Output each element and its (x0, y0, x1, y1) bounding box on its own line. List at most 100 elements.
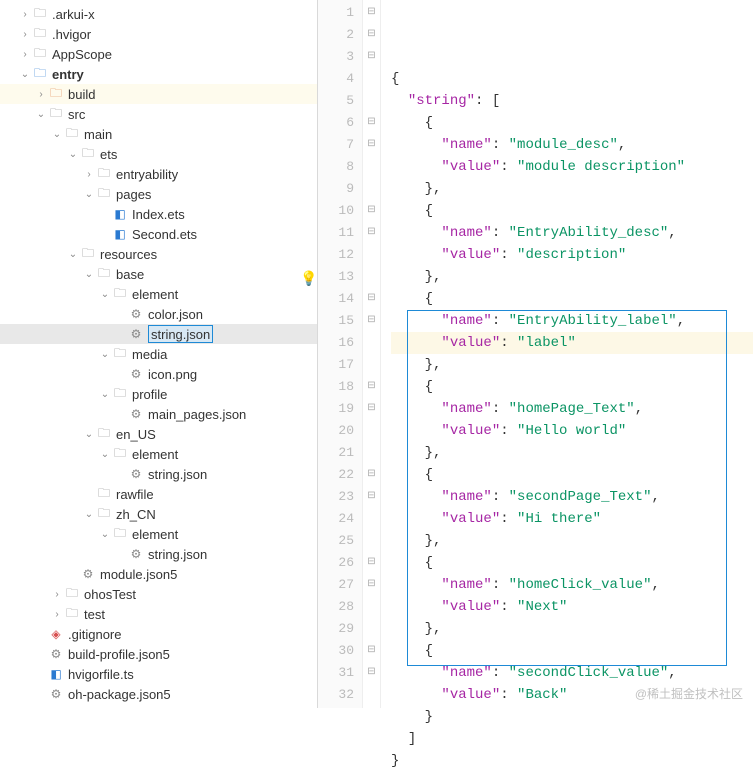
tree-item-ets[interactable]: ⌄🗀ets (0, 144, 317, 164)
tree-item-build-profile-json5[interactable]: ›⚙build-profile.json5 (0, 644, 317, 664)
chevron-right-icon[interactable]: › (50, 609, 64, 620)
tree-item-en_US[interactable]: ⌄🗀en_US (0, 424, 317, 444)
tree-item-color-json[interactable]: ›⚙color.json (0, 304, 317, 324)
chevron-down-icon[interactable]: ⌄ (98, 529, 112, 540)
chevron-down-icon[interactable]: ⌄ (82, 429, 96, 440)
tree-item-test[interactable]: ›🗀test (0, 604, 317, 624)
code-line[interactable]: "value": "label" (391, 332, 753, 354)
fold-marker[interactable]: ⊟ (363, 2, 380, 24)
tree-item-ohosTest[interactable]: ›🗀ohosTest (0, 584, 317, 604)
tree-item-element[interactable]: ⌄🗀element (0, 444, 317, 464)
lightbulb-icon[interactable]: 💡 (300, 269, 317, 291)
tree-item-media[interactable]: ⌄🗀media (0, 344, 317, 364)
code-line[interactable]: "value": "Hello world" (391, 420, 753, 442)
tree-item-src[interactable]: ⌄🗀src (0, 104, 317, 124)
code-line[interactable]: }, (391, 178, 753, 200)
chevron-down-icon[interactable]: ⌄ (82, 509, 96, 520)
fold-marker[interactable]: ⊟ (363, 552, 380, 574)
chevron-down-icon[interactable]: ⌄ (18, 69, 32, 80)
code-line[interactable]: }, (391, 266, 753, 288)
code-line[interactable]: { (391, 376, 753, 398)
code-line[interactable]: "string": [ (391, 90, 753, 112)
tree-item-main_pages-json[interactable]: ›⚙main_pages.json (0, 404, 317, 424)
fold-marker[interactable]: ⊟ (363, 200, 380, 222)
tree-item--arkui-x[interactable]: ›🗀.arkui-x (0, 4, 317, 24)
tree-item-icon-png[interactable]: ›⚙icon.png (0, 364, 317, 384)
tree-item-string-json[interactable]: ›⚙string.json (0, 544, 317, 564)
code-line[interactable]: "name": "homePage_Text", (391, 398, 753, 420)
fold-marker[interactable]: ⊟ (363, 134, 380, 156)
code-line[interactable]: } (391, 706, 753, 728)
tree-item-base[interactable]: ⌄🗀base (0, 264, 317, 284)
code-line[interactable]: "name": "homeClick_value", (391, 574, 753, 596)
chevron-down-icon[interactable]: ⌄ (98, 349, 112, 360)
chevron-down-icon[interactable]: ⌄ (82, 189, 96, 200)
project-tree[interactable]: ›🗀.arkui-x›🗀.hvigor›🗀AppScope⌄🗀entry›🗀bu… (0, 0, 318, 708)
tree-item-pages[interactable]: ⌄🗀pages (0, 184, 317, 204)
fold-marker[interactable]: ⊟ (363, 310, 380, 332)
fold-column[interactable]: ⊟⊟⊟⊟⊟⊟⊟⊟⊟⊟⊟⊟⊟⊟⊟⊟⊟ (363, 0, 381, 708)
fold-marker[interactable]: ⊟ (363, 288, 380, 310)
code-line[interactable]: "value": "Next" (391, 596, 753, 618)
tree-item-Index-ets[interactable]: ›◧Index.ets (0, 204, 317, 224)
chevron-right-icon[interactable]: › (50, 589, 64, 600)
chevron-down-icon[interactable]: ⌄ (50, 129, 64, 140)
tree-item-oh-package-json5[interactable]: ›⚙oh-package.json5 (0, 684, 317, 704)
fold-marker[interactable]: ⊟ (363, 662, 380, 684)
code-line[interactable]: { (391, 112, 753, 134)
code-editor[interactable]: 12345678910111213💡1415161718192021222324… (318, 0, 753, 708)
tree-item-rawfile[interactable]: ›🗀rawfile (0, 484, 317, 504)
fold-marker[interactable]: ⊟ (363, 24, 380, 46)
code-line[interactable]: { (391, 552, 753, 574)
code-line[interactable]: }, (391, 442, 753, 464)
chevron-down-icon[interactable]: ⌄ (98, 449, 112, 460)
fold-marker[interactable]: ⊟ (363, 222, 380, 244)
chevron-down-icon[interactable]: ⌄ (66, 249, 80, 260)
tree-item-string-json[interactable]: ›⚙string.json (0, 324, 317, 344)
code-area[interactable]: { "string": [ { "name": "module_desc", "… (381, 0, 753, 708)
chevron-right-icon[interactable]: › (18, 49, 32, 60)
tree-item-AppScope[interactable]: ›🗀AppScope (0, 44, 317, 64)
tree-item-Second-ets[interactable]: ›◧Second.ets (0, 224, 317, 244)
tree-item-entry[interactable]: ⌄🗀entry (0, 64, 317, 84)
code-line[interactable]: "name": "module_desc", (391, 134, 753, 156)
chevron-down-icon[interactable]: ⌄ (66, 149, 80, 160)
fold-marker[interactable]: ⊟ (363, 486, 380, 508)
chevron-down-icon[interactable]: ⌄ (34, 109, 48, 120)
tree-item--hvigor[interactable]: ›🗀.hvigor (0, 24, 317, 44)
tree-item-entryability[interactable]: ›🗀entryability (0, 164, 317, 184)
tree-item-main[interactable]: ⌄🗀main (0, 124, 317, 144)
tree-item--gitignore[interactable]: ›◈.gitignore (0, 624, 317, 644)
code-line[interactable]: { (391, 640, 753, 662)
code-line[interactable]: "value": "Hi there" (391, 508, 753, 530)
chevron-right-icon[interactable]: › (82, 169, 96, 180)
tree-item-hvigorfile-ts[interactable]: ›◧hvigorfile.ts (0, 664, 317, 684)
fold-marker[interactable]: ⊟ (363, 46, 380, 68)
tree-item-element[interactable]: ⌄🗀element (0, 284, 317, 304)
tree-item-resources[interactable]: ⌄🗀resources (0, 244, 317, 264)
fold-marker[interactable]: ⊟ (363, 574, 380, 596)
code-line[interactable]: "name": "EntryAbility_desc", (391, 222, 753, 244)
code-line[interactable]: "name": "secondClick_value", (391, 662, 753, 684)
fold-marker[interactable]: ⊟ (363, 112, 380, 134)
code-line[interactable]: "value": "description" (391, 244, 753, 266)
fold-marker[interactable]: ⊟ (363, 376, 380, 398)
code-line[interactable]: }, (391, 618, 753, 640)
fold-marker[interactable]: ⊟ (363, 398, 380, 420)
code-line[interactable]: { (391, 200, 753, 222)
tree-item-zh_CN[interactable]: ⌄🗀zh_CN (0, 504, 317, 524)
chevron-right-icon[interactable]: › (34, 89, 48, 100)
code-line[interactable]: "value": "module description" (391, 156, 753, 178)
code-line[interactable]: } (391, 750, 753, 772)
fold-marker[interactable]: ⊟ (363, 640, 380, 662)
chevron-down-icon[interactable]: ⌄ (98, 389, 112, 400)
code-line[interactable]: }, (391, 530, 753, 552)
tree-item-module-json5[interactable]: ›⚙module.json5 (0, 564, 317, 584)
chevron-right-icon[interactable]: › (18, 9, 32, 20)
chevron-down-icon[interactable]: ⌄ (98, 289, 112, 300)
tree-item-profile[interactable]: ⌄🗀profile (0, 384, 317, 404)
code-line[interactable]: ] (391, 728, 753, 750)
tree-item-string-json[interactable]: ›⚙string.json (0, 464, 317, 484)
code-line[interactable]: }, (391, 354, 753, 376)
chevron-down-icon[interactable]: ⌄ (82, 269, 96, 280)
